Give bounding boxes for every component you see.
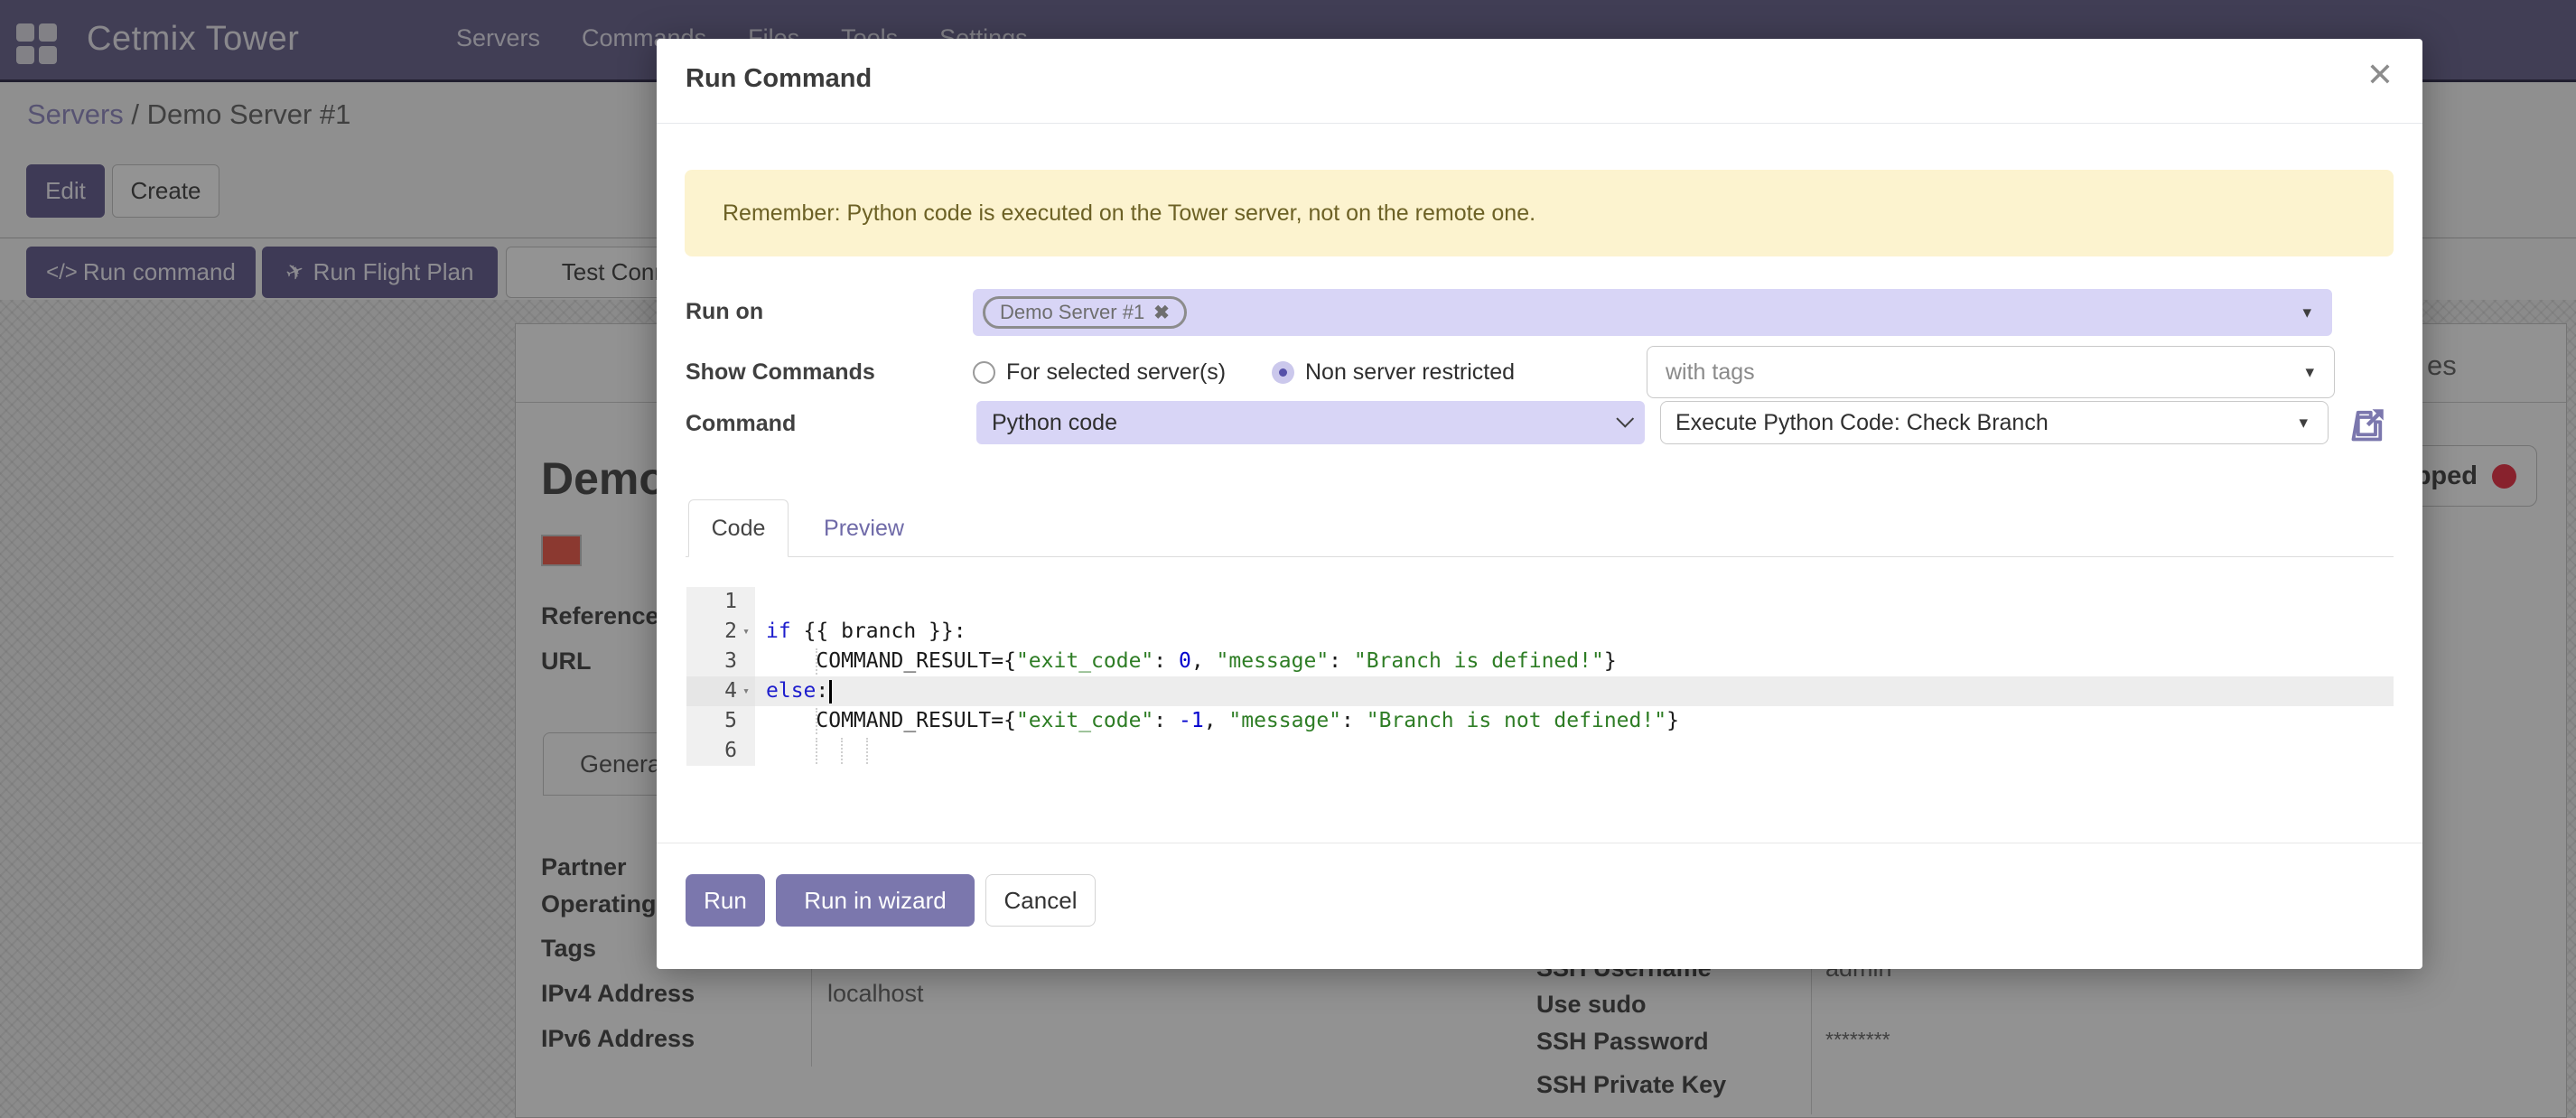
tabbar-divider [686,556,2394,557]
editor-code-line[interactable]: COMMAND_RESULT={"exit_code": 0, "message… [755,647,2394,676]
command-label: Command [686,411,796,437]
command-type-select[interactable]: Python code [976,401,1645,444]
editor-code-line[interactable] [755,587,2394,617]
warning-banner: Remember: Python code is executed on the… [685,170,2394,256]
editor-code-line[interactable]: if {{ branch }}: [755,617,2394,647]
radio-for-selected-servers[interactable]: For selected server(s) [973,359,1226,386]
editor-gutter: 4▾ [686,676,755,706]
editor-gutter: 3 [686,647,755,676]
tab-code[interactable]: Code [688,499,789,557]
chevron-down-icon [1616,410,1634,428]
run-on-tag-chip[interactable]: Demo Server #1 ✖ [983,296,1187,329]
editor-gutter: 1 [686,587,755,617]
radio-off-icon[interactable] [973,361,995,384]
run-command-modal: Run Command ✕ Remember: Python code is e… [657,39,2422,969]
external-link-icon[interactable] [2350,405,2388,443]
command-select[interactable]: Execute Python Code: Check Branch ▾ [1660,401,2329,444]
run-on-label: Run on [686,299,763,325]
radio-on-icon[interactable] [1272,361,1294,384]
editor-line-1: 1 [686,587,2394,617]
editor-code-line[interactable] [755,736,2394,766]
modal-title: Run Command [686,64,872,94]
cancel-button[interactable]: Cancel [985,874,1096,927]
text-cursor [829,680,832,703]
remove-tag-icon[interactable]: ✖ [1153,302,1170,324]
editor-gutter: 6 [686,736,755,766]
editor-line-2: 2▾if {{ branch }}: [686,617,2394,647]
editor-line-3: 3 COMMAND_RESULT={"exit_code": 0, "messa… [686,647,2394,676]
editor-gutter: 5 [686,706,755,736]
chevron-down-icon: ▾ [2305,362,2314,383]
editor-line-5: 5 COMMAND_RESULT={"exit_code": -1, "mess… [686,706,2394,736]
editor-line-4: 4▾else: [686,676,2394,706]
run-in-wizard-button[interactable]: Run in wizard [776,874,975,927]
editor-code-line[interactable]: COMMAND_RESULT={"exit_code": -1, "messag… [755,706,2394,736]
show-commands-label: Show Commands [686,359,875,386]
modal-header: Run Command ✕ [657,39,2422,124]
editor-code-line[interactable]: else: [755,676,2394,706]
close-icon[interactable]: ✕ [2366,59,2394,91]
chevron-down-icon: ▾ [2302,303,2311,323]
run-on-select[interactable]: Demo Server #1 ✖ ▾ [973,289,2332,336]
run-button[interactable]: Run [686,874,765,927]
chevron-down-icon: ▾ [2299,413,2308,433]
editor-line-6: 6 [686,736,2394,766]
code-editor[interactable]: 12▾if {{ branch }}:3 COMMAND_RESULT={"ex… [686,587,2394,778]
fold-arrow-icon[interactable]: ▾ [737,676,755,706]
with-tags-select[interactable]: with tags ▾ [1647,346,2335,398]
tab-preview[interactable]: Preview [789,499,939,557]
fold-arrow-icon[interactable]: ▾ [737,617,755,647]
radio-non-server-restricted[interactable]: Non server restricted [1272,359,1515,386]
editor-gutter: 2▾ [686,617,755,647]
